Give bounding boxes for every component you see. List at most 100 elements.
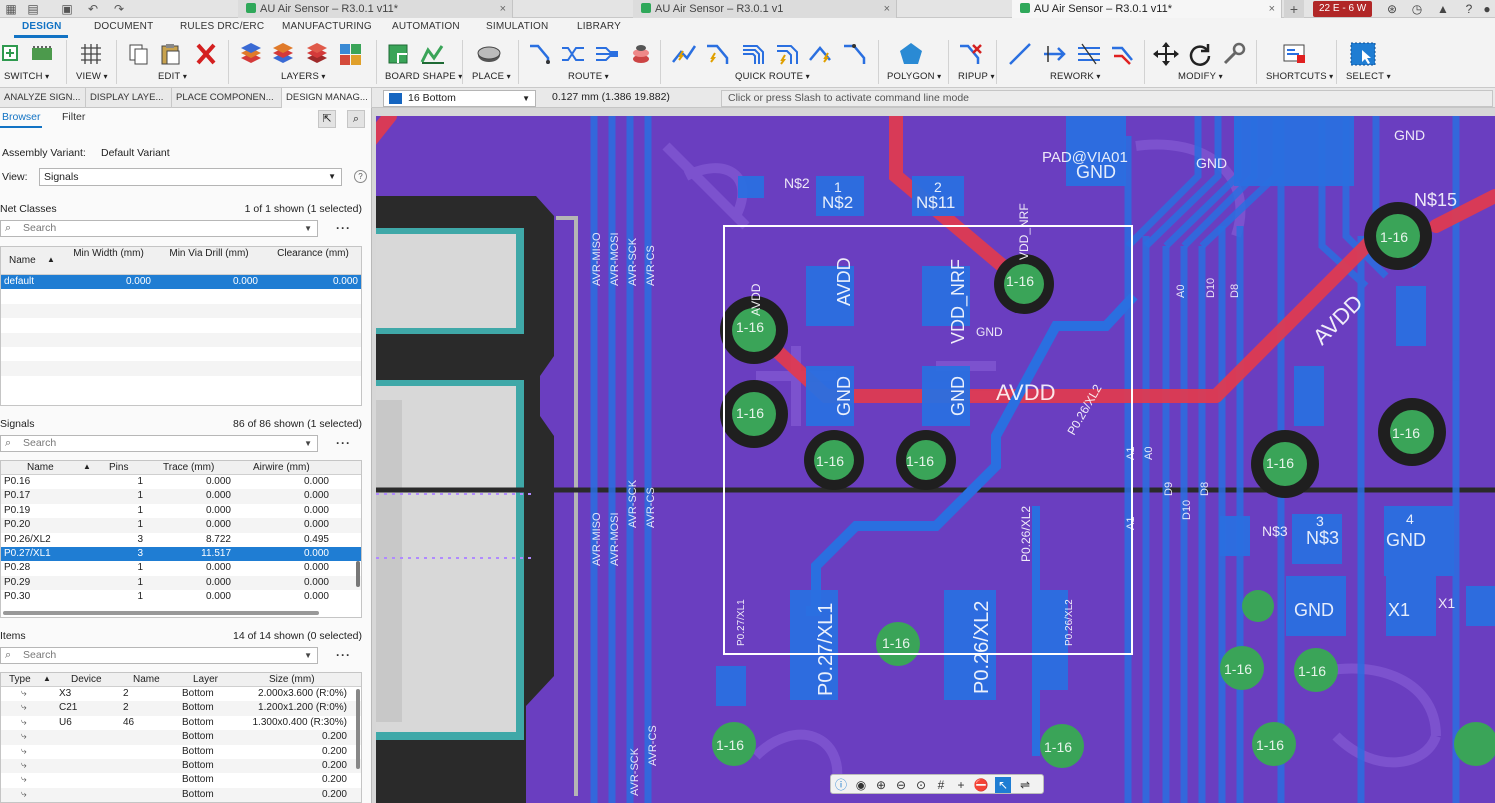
route-multiple-icon[interactable]: [594, 42, 620, 66]
delete-icon[interactable]: [193, 42, 219, 66]
move-icon[interactable]: [1153, 42, 1179, 66]
tab-design-manager[interactable]: DESIGN MANAG...: [282, 88, 372, 108]
column-header-min-width[interactable]: Min Width (mm): [61, 248, 156, 259]
layer-select[interactable]: 16 Bottom ▼: [383, 90, 536, 107]
grid-icon[interactable]: [78, 42, 104, 66]
board-shape-edit-icon[interactable]: [420, 42, 446, 66]
signals-scrollbar[interactable]: [356, 561, 360, 587]
stop-icon[interactable]: ⛔: [973, 777, 989, 793]
column-header-airwire[interactable]: Airwire (mm): [253, 462, 310, 473]
place-group-label[interactable]: PLACE: [472, 71, 511, 82]
quick-route-multiple-icon[interactable]: [775, 42, 801, 66]
layers-group-label[interactable]: LAYERS: [281, 71, 326, 82]
quick-route-group-label[interactable]: QUICK ROUTE: [735, 71, 810, 82]
shortcuts-group-label[interactable]: SHORTCUTS: [1266, 71, 1333, 82]
help-icon[interactable]: ?: [354, 170, 367, 183]
rework-group-label[interactable]: REWORK: [1050, 71, 1101, 82]
pcb-canvas[interactable]: N$2 N$2 N$11 1 2 PAD@VIA01 GND GND GND 1…: [376, 116, 1495, 803]
ribbon-tab-simulation[interactable]: SIMULATION: [486, 21, 548, 32]
rework-slide-icon[interactable]: [1042, 42, 1068, 66]
close-tab-icon[interactable]: ×: [500, 0, 506, 18]
table-row[interactable]: ⤷ X3 2 Bottom 2.000x3.600 (R:0%): [1, 687, 361, 701]
net-classes-more-button[interactable]: ···: [336, 221, 351, 235]
zoom-search-icon[interactable]: ⌕: [347, 110, 365, 128]
layer-colors-icon[interactable]: [338, 42, 364, 66]
quick-route-signal-icon[interactable]: [705, 42, 731, 66]
ribbon-tab-rules[interactable]: RULES DRC/ERC: [180, 21, 264, 32]
fanout-icon[interactable]: [628, 42, 654, 66]
select-group-label[interactable]: SELECT: [1346, 71, 1391, 82]
items-search-input[interactable]: ⌕ Search ▼: [0, 647, 318, 664]
signals-more-button[interactable]: ···: [336, 436, 351, 450]
new-tab-button[interactable]: +: [1284, 0, 1304, 18]
table-row[interactable]: P0.30 1 0.000 0.000: [1, 590, 361, 604]
column-header-name[interactable]: Name: [27, 462, 54, 473]
signals-search-input[interactable]: ⌕ Search ▼: [0, 435, 318, 452]
rework-line-icon[interactable]: [1008, 42, 1034, 66]
items-scrollbar[interactable]: [356, 689, 360, 769]
polygon-group-label[interactable]: POLYGON: [887, 71, 941, 82]
rotate-icon[interactable]: [1187, 42, 1213, 66]
route-group-label[interactable]: ROUTE: [568, 71, 609, 82]
undo-icon[interactable]: ↶: [86, 2, 100, 16]
ribbon-tab-document[interactable]: DOCUMENT: [94, 21, 153, 32]
clock-icon[interactable]: ◷: [1410, 2, 1424, 16]
account-icon[interactable]: ●: [1480, 2, 1494, 16]
zoom-out-icon[interactable]: ⊖: [893, 777, 909, 793]
column-header-min-via-drill[interactable]: Min Via Drill (mm): [161, 248, 257, 259]
layer-settings-icon[interactable]: [270, 42, 296, 66]
zoom-in-icon[interactable]: ⊕: [873, 777, 889, 793]
save-icon[interactable]: ▣: [60, 2, 74, 16]
notification-icon[interactable]: ▲: [1436, 2, 1450, 16]
rework-optimize-icon[interactable]: [1110, 42, 1136, 66]
ribbon-tab-automation[interactable]: AUTOMATION: [392, 21, 460, 32]
modify-group-label[interactable]: MODIFY: [1178, 71, 1223, 82]
board-switch-icon[interactable]: [30, 42, 56, 66]
pointer-icon[interactable]: ↖: [995, 777, 1011, 793]
ribbon-tab-library[interactable]: LIBRARY: [577, 21, 621, 32]
switch-to-schematic-icon[interactable]: [2, 42, 28, 66]
command-line-input[interactable]: Click or press Slash to activate command…: [721, 90, 1493, 107]
app-menu-icon[interactable]: ▦: [4, 2, 18, 16]
edit-group-label[interactable]: EDIT: [158, 71, 187, 82]
column-header-pins[interactable]: Pins: [109, 462, 128, 473]
layer-visibility-icon[interactable]: [304, 42, 330, 66]
table-row[interactable]: P0.29 1 0.000 0.000: [1, 575, 361, 591]
eye-icon[interactable]: ◉: [853, 777, 869, 793]
table-row[interactable]: ⤷ Bottom 0.200: [1, 787, 361, 802]
job-status-badge[interactable]: 22 E - 6 W: [1313, 1, 1373, 17]
pointer-select-icon[interactable]: ⇱: [318, 110, 336, 128]
tab-analyze-signals[interactable]: ANALYZE SIGN...: [0, 88, 86, 108]
table-row[interactable]: default 0.000 0.000 0.000: [1, 275, 361, 290]
quick-route-bus-icon[interactable]: [741, 42, 767, 66]
help-icon[interactable]: ?: [1462, 2, 1476, 16]
document-tab-1[interactable]: AU Air Sensor – R3.0.1 v11* ×: [238, 0, 513, 18]
quick-route-airwire-icon[interactable]: [671, 42, 697, 66]
table-row[interactable]: P0.27/XL1 3 11.517 0.000: [1, 546, 361, 562]
table-row[interactable]: P0.17 1 0.000 0.000: [1, 489, 361, 504]
table-row[interactable]: ⤷ U6 46 Bottom 1.300x0.400 (R:30%): [1, 716, 361, 730]
route-manual-icon[interactable]: [528, 42, 554, 66]
browser-tab[interactable]: Browser: [2, 111, 41, 123]
view-select[interactable]: Signals ▼: [39, 168, 342, 186]
layer-toggle-icon[interactable]: ⇌: [1017, 777, 1033, 793]
quick-route-diff-icon[interactable]: [808, 42, 834, 66]
filter-tab[interactable]: Filter: [62, 111, 85, 123]
zoom-fit-icon[interactable]: ⊙: [913, 777, 929, 793]
table-row[interactable]: ⤷ Bottom 0.200: [1, 730, 361, 745]
close-tab-icon[interactable]: ×: [884, 0, 890, 18]
board-outline-icon[interactable]: [386, 42, 412, 66]
rework-spread-icon[interactable]: [1076, 42, 1102, 66]
select-icon[interactable]: [1350, 42, 1376, 66]
paste-icon[interactable]: [158, 42, 184, 66]
copy-icon[interactable]: [126, 42, 152, 66]
view-group-label[interactable]: VIEW: [76, 71, 108, 82]
table-row[interactable]: P0.28 1 0.000 0.000: [1, 561, 361, 575]
table-row[interactable]: ⤷ Bottom 0.200: [1, 758, 361, 774]
column-header-type[interactable]: Type: [9, 674, 31, 685]
signals-h-scrollbar[interactable]: [3, 611, 319, 615]
wrench-icon[interactable]: [1221, 42, 1247, 66]
document-tab-3[interactable]: AU Air Sensor – R3.0.1 v11* ×: [1012, 0, 1282, 18]
place-footprint-icon[interactable]: [476, 42, 502, 66]
table-row[interactable]: ⤷ Bottom 0.200: [1, 745, 361, 759]
